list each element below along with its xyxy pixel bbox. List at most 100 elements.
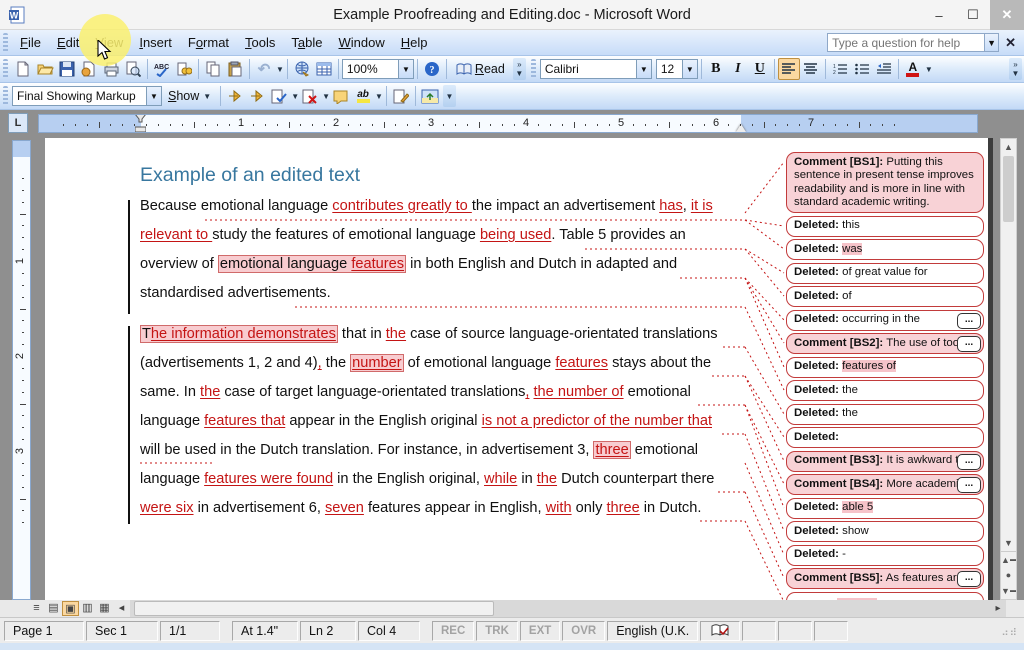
- comment-balloon[interactable]: Comment [BS3]: It is awkward t...: [786, 451, 984, 472]
- toolbar-grip[interactable]: [3, 86, 8, 107]
- inserted-text[interactable]: being used: [480, 227, 551, 243]
- inserted-text[interactable]: has: [659, 198, 683, 214]
- inserted-text[interactable]: the: [386, 326, 406, 342]
- deleted-balloon[interactable]: Deleted: of: [786, 286, 984, 307]
- inserted-text[interactable]: features that: [204, 413, 285, 429]
- status-trk-toggle[interactable]: TRK: [476, 621, 518, 641]
- next-page-icon[interactable]: ▼▬: [1001, 583, 1016, 599]
- comment-balloon[interactable]: Comment [BS2]: The use of too...: [786, 333, 984, 354]
- decrease-indent-button[interactable]: [873, 58, 895, 80]
- reject-change-button[interactable]: [299, 85, 321, 107]
- highlight-button[interactable]: ab: [352, 85, 374, 107]
- insert-hyperlink-button[interactable]: [291, 58, 313, 80]
- reading-layout-view-button[interactable]: ▦: [96, 601, 113, 616]
- normal-view-button[interactable]: ≡: [28, 601, 45, 616]
- bold-button[interactable]: B: [705, 58, 727, 80]
- spelling-status-icon[interactable]: [700, 621, 740, 641]
- comment-highlight-range[interactable]: The information demonstrates: [140, 325, 338, 343]
- right-indent-marker[interactable]: [736, 124, 746, 132]
- inserted-text[interactable]: features were found: [204, 471, 333, 487]
- font-size-combo[interactable]: 12 ▼: [656, 59, 698, 79]
- menu-view[interactable]: View: [87, 32, 131, 53]
- inserted-text[interactable]: the: [537, 471, 557, 487]
- text-line[interactable]: same. In the case of target language-ori…: [140, 384, 691, 400]
- toolbar-grip[interactable]: [3, 33, 8, 53]
- scroll-right-icon[interactable]: ▸: [990, 603, 1006, 614]
- accept-change-button[interactable]: [268, 85, 290, 107]
- menu-help[interactable]: Help: [393, 32, 436, 53]
- numbered-list-button[interactable]: 12: [829, 58, 851, 80]
- highlight-dropdown-icon[interactable]: ▼: [375, 92, 383, 101]
- inserted-text[interactable]: the: [200, 384, 220, 400]
- comment-balloon[interactable]: Comment [BS5]: As features are...: [786, 568, 984, 589]
- comment-highlight-range[interactable]: three: [593, 441, 630, 459]
- inserted-text[interactable]: relevant to: [140, 227, 212, 243]
- indent-markers[interactable]: [135, 114, 146, 133]
- spelling-grammar-button[interactable]: ABC: [151, 58, 173, 80]
- toolbar-options-icon[interactable]: »▼: [513, 58, 526, 80]
- research-button[interactable]: [173, 58, 195, 80]
- insert-table-button[interactable]: [313, 58, 335, 80]
- comment-balloon[interactable]: Comment [BS1]: Putting this sentence in …: [786, 152, 984, 213]
- track-changes-button[interactable]: [390, 85, 412, 107]
- document-page[interactable]: Example of an edited text Because emotio…: [45, 138, 988, 600]
- menu-edit[interactable]: Edit: [49, 32, 87, 53]
- balloon-more-button[interactable]: ...: [957, 313, 981, 329]
- inserted-text[interactable]: while: [484, 471, 517, 487]
- copy-button[interactable]: [202, 58, 224, 80]
- toolbar-options-icon[interactable]: ▼: [443, 85, 456, 107]
- inserted-text[interactable]: the number of: [534, 384, 624, 400]
- comment-highlight-range[interactable]: emotional language features: [218, 255, 406, 273]
- web-layout-view-button[interactable]: ▤: [45, 601, 62, 616]
- inserted-text[interactable]: features: [555, 355, 608, 371]
- balloon-more-button[interactable]: ...: [957, 477, 981, 493]
- scroll-down-icon[interactable]: ▼: [1001, 535, 1016, 551]
- deleted-balloon[interactable]: Deleted:: [786, 427, 984, 448]
- undo-button[interactable]: ↶: [253, 58, 275, 80]
- menu-table[interactable]: Table: [283, 32, 330, 53]
- text-line[interactable]: Because emotional language contributes g…: [140, 198, 713, 214]
- inserted-text[interactable]: seven: [325, 500, 364, 516]
- font-name-combo[interactable]: Calibri ▼: [540, 59, 652, 79]
- show-menu-button[interactable]: Show▼: [162, 87, 217, 105]
- minimize-button[interactable]: –: [922, 0, 956, 30]
- zoom-dropdown-icon[interactable]: ▼: [398, 60, 413, 78]
- close-button[interactable]: ✕: [990, 0, 1024, 30]
- inserted-text[interactable]: contributes greatly to: [332, 198, 472, 214]
- horizontal-scroll-thumb[interactable]: [134, 601, 494, 616]
- reject-change-dropdown-icon[interactable]: ▼: [322, 92, 330, 101]
- deleted-balloon[interactable]: Deleted: the: [786, 404, 984, 425]
- align-center-button[interactable]: [800, 58, 822, 80]
- menu-format[interactable]: Format: [180, 32, 237, 53]
- print-layout-view-button[interactable]: ▣: [62, 601, 79, 616]
- vertical-scroll-thumb[interactable]: [1003, 156, 1014, 222]
- text-line[interactable]: The information demonstrates that in the…: [140, 326, 718, 342]
- deleted-balloon[interactable]: Deleted: able 5: [786, 498, 984, 519]
- inserted-text[interactable]: three: [606, 500, 639, 516]
- paste-button[interactable]: [224, 58, 246, 80]
- align-left-button[interactable]: [778, 58, 800, 80]
- inserted-text[interactable]: were six: [140, 500, 194, 516]
- text-line[interactable]: language features were found in the Engl…: [140, 471, 714, 487]
- reviewing-pane-button[interactable]: [419, 85, 441, 107]
- new-document-button[interactable]: [12, 58, 34, 80]
- status-ext-toggle[interactable]: EXT: [520, 621, 560, 641]
- text-line[interactable]: overview of emotional language features …: [140, 256, 677, 272]
- menu-window[interactable]: Window: [331, 32, 393, 53]
- deleted-balloon[interactable]: Deleted: this: [786, 216, 984, 237]
- display-mode-dropdown-icon[interactable]: ▼: [146, 87, 161, 105]
- menu-file[interactable]: File: [12, 32, 49, 53]
- font-color-dropdown-icon[interactable]: ▼: [925, 65, 933, 74]
- menu-tools[interactable]: Tools: [237, 32, 283, 53]
- open-button[interactable]: [34, 58, 56, 80]
- ask-question-input[interactable]: [827, 33, 985, 52]
- font-size-dropdown-icon[interactable]: ▼: [682, 60, 697, 78]
- previous-page-icon[interactable]: ▲▬: [1001, 551, 1016, 567]
- inserted-text[interactable]: is not a predictor of the number that: [482, 413, 712, 429]
- text-line[interactable]: relevant to study the features of emotio…: [140, 227, 686, 243]
- deleted-balloon[interactable]: Deleted: of great value for: [786, 263, 984, 284]
- font-color-button[interactable]: A: [902, 58, 924, 80]
- save-button[interactable]: [56, 58, 78, 80]
- toolbar-grip[interactable]: [3, 59, 8, 80]
- status-rec-toggle[interactable]: REC: [432, 621, 474, 641]
